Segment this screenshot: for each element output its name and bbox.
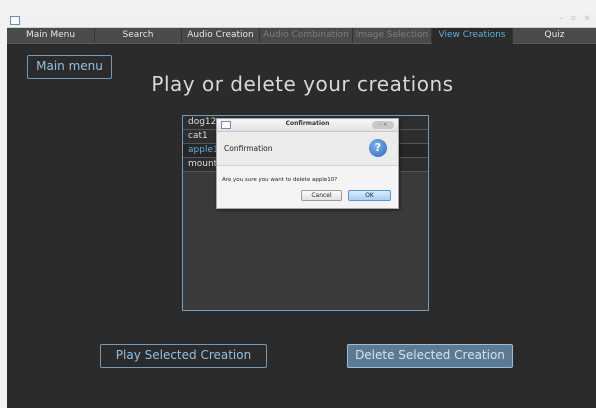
title-bar: – ▫ × bbox=[7, 14, 596, 28]
tab-audio-combination: Audio Combination bbox=[260, 28, 353, 43]
dialog-message: Are you sure you want to delete apple10? bbox=[222, 177, 338, 183]
page-title: Play or delete your creations bbox=[151, 72, 454, 96]
tab-audio-creation[interactable]: Audio Creation bbox=[182, 28, 260, 43]
play-selected-button[interactable]: Play Selected Creation bbox=[100, 344, 267, 368]
tab-bar: Main Menu Search Audio Creation Audio Co… bbox=[7, 28, 596, 44]
ok-button[interactable]: OK bbox=[348, 190, 391, 201]
dialog-title-bar: Confirmation – × bbox=[217, 119, 398, 132]
window-controls[interactable]: – ▫ × bbox=[559, 14, 593, 22]
dialog-title: Confirmation bbox=[285, 120, 330, 127]
dialog-header: Confirmation ? bbox=[217, 132, 398, 166]
cancel-button[interactable]: Cancel bbox=[301, 190, 342, 201]
tab-view-creations[interactable]: View Creations bbox=[432, 28, 513, 44]
tab-search[interactable]: Search bbox=[95, 28, 182, 43]
tab-image-selection: Image Selection bbox=[353, 28, 432, 43]
dialog-window-controls[interactable]: – × bbox=[372, 121, 394, 129]
app-icon bbox=[10, 16, 20, 25]
delete-selected-button[interactable]: Delete Selected Creation bbox=[347, 344, 513, 368]
dialog-header-text: Confirmation bbox=[224, 144, 273, 153]
app-window: – ▫ × Main Menu Search Audio Creation Au… bbox=[7, 14, 596, 408]
tab-main-menu[interactable]: Main Menu bbox=[7, 28, 95, 43]
question-icon: ? bbox=[369, 139, 387, 157]
tab-quiz[interactable]: Quiz bbox=[513, 28, 596, 43]
confirmation-dialog: Confirmation – × Confirmation ? Are you … bbox=[216, 118, 399, 209]
main-menu-button[interactable]: Main menu bbox=[27, 55, 112, 79]
